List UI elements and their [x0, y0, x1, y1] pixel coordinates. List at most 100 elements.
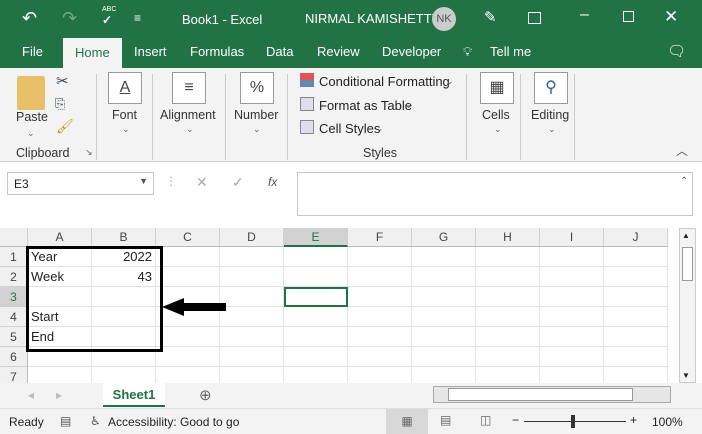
- tab-formulas[interactable]: Formulas: [190, 44, 244, 59]
- cell-H4[interactable]: [476, 307, 540, 327]
- cell-I1[interactable]: [540, 247, 604, 267]
- cancel-icon[interactable]: ✕: [196, 174, 208, 191]
- vertical-scrollbar[interactable]: ▲ ▼: [679, 228, 696, 383]
- column-header-J[interactable]: J: [604, 228, 668, 247]
- font-icon[interactable]: A: [108, 72, 142, 104]
- page-break-icon[interactable]: ◫: [480, 413, 491, 427]
- row-header-2[interactable]: 2: [0, 267, 28, 287]
- accessibility-icon[interactable]: ♿︎: [90, 414, 101, 428]
- cell-F4[interactable]: [348, 307, 412, 327]
- copy-icon[interactable]: ⎘: [55, 96, 65, 112]
- cell-J4[interactable]: [604, 307, 668, 327]
- cell-E7[interactable]: [284, 367, 348, 383]
- cell-I4[interactable]: [540, 307, 604, 327]
- cell-F6[interactable]: [348, 347, 412, 367]
- column-header-D[interactable]: D: [220, 228, 284, 247]
- spelling-icon[interactable]: ABC ✓: [102, 6, 116, 27]
- number-button[interactable]: Number: [234, 108, 278, 122]
- cell-G2[interactable]: [412, 267, 476, 287]
- cell-I2[interactable]: [540, 267, 604, 287]
- chevron-down-icon[interactable]: ▼: [139, 176, 148, 186]
- prev-sheet-icon[interactable]: ◂: [28, 388, 34, 402]
- cells-icon[interactable]: ▦: [480, 72, 514, 104]
- add-sheet-icon[interactable]: ⊕: [199, 386, 212, 404]
- undo-icon[interactable]: ↶: [22, 8, 37, 29]
- formula-input[interactable]: [297, 172, 693, 216]
- cell-E3[interactable]: [284, 287, 348, 307]
- scroll-thumb[interactable]: [682, 247, 693, 281]
- cell-D1[interactable]: [220, 247, 284, 267]
- column-header-B[interactable]: B: [92, 228, 156, 247]
- cell-J6[interactable]: [604, 347, 668, 367]
- column-header-C[interactable]: C: [156, 228, 220, 247]
- cell-G6[interactable]: [412, 347, 476, 367]
- cell-D5[interactable]: [220, 327, 284, 347]
- column-header-I[interactable]: I: [540, 228, 604, 247]
- row-header-1[interactable]: 1: [0, 247, 28, 267]
- format-painter-icon[interactable]: 🖌︎: [56, 118, 74, 135]
- cell-H2[interactable]: [476, 267, 540, 287]
- cell-E1[interactable]: [284, 247, 348, 267]
- tab-home[interactable]: Home: [63, 38, 122, 68]
- cell-F2[interactable]: [348, 267, 412, 287]
- zoom-slider-thumb[interactable]: [571, 415, 575, 428]
- zoom-level[interactable]: 100%: [652, 415, 683, 429]
- cell-H1[interactable]: [476, 247, 540, 267]
- close-icon[interactable]: ✕: [664, 7, 678, 27]
- cell-J5[interactable]: [604, 327, 668, 347]
- alignment-icon[interactable]: ≡: [172, 72, 206, 104]
- avatar[interactable]: NK: [432, 7, 456, 31]
- column-header-F[interactable]: F: [348, 228, 412, 247]
- sheet-tab-sheet1[interactable]: Sheet1: [103, 383, 165, 407]
- tab-insert[interactable]: Insert: [134, 44, 167, 59]
- cell-E2[interactable]: [284, 267, 348, 287]
- tab-review[interactable]: Review: [317, 44, 360, 59]
- cell-F1[interactable]: [348, 247, 412, 267]
- zoom-slider[interactable]: [524, 421, 626, 422]
- column-header-A[interactable]: A: [28, 228, 92, 247]
- paste-icon[interactable]: [17, 76, 45, 110]
- name-box[interactable]: E3 ▼: [7, 172, 154, 195]
- comments-icon[interactable]: 🗨︎: [667, 42, 686, 60]
- pen-icon[interactable]: ✎: [484, 8, 497, 26]
- redo-icon[interactable]: ↷: [62, 8, 77, 29]
- cell-G7[interactable]: [412, 367, 476, 383]
- maximize-icon[interactable]: [623, 11, 634, 22]
- cell-D7[interactable]: [220, 367, 284, 383]
- cell-H7[interactable]: [476, 367, 540, 383]
- cell-F5[interactable]: [348, 327, 412, 347]
- alignment-button[interactable]: Alignment: [160, 108, 216, 122]
- conditional-formatting-button[interactable]: Conditional Formatting: [319, 74, 450, 89]
- search-icon[interactable]: ⚲: [534, 72, 568, 104]
- cell-F7[interactable]: [348, 367, 412, 383]
- cell-H3[interactable]: [476, 287, 540, 307]
- select-all-corner[interactable]: [0, 228, 28, 247]
- cell-C6[interactable]: [156, 347, 220, 367]
- cell-J1[interactable]: [604, 247, 668, 267]
- cell-I3[interactable]: [540, 287, 604, 307]
- cell-J3[interactable]: [604, 287, 668, 307]
- enter-icon[interactable]: ✓: [232, 174, 244, 191]
- editing-button[interactable]: Editing: [531, 108, 569, 122]
- tab-file[interactable]: File: [22, 44, 43, 59]
- cells-button[interactable]: Cells: [482, 108, 510, 122]
- row-header-7[interactable]: 7: [0, 367, 28, 383]
- cell-E4[interactable]: [284, 307, 348, 327]
- customize-qat-icon[interactable]: ≡: [134, 11, 141, 25]
- column-header-E[interactable]: E: [284, 228, 348, 247]
- row-header-3[interactable]: 3: [0, 287, 28, 307]
- cell-G5[interactable]: [412, 327, 476, 347]
- tab-developer[interactable]: Developer: [382, 44, 441, 59]
- column-header-H[interactable]: H: [476, 228, 540, 247]
- font-button[interactable]: Font: [112, 108, 137, 122]
- cell-A7[interactable]: [28, 367, 92, 383]
- row-header-5[interactable]: 5: [0, 327, 28, 347]
- collapse-ribbon-icon[interactable]: ︿: [676, 142, 688, 159]
- cell-C7[interactable]: [156, 367, 220, 383]
- cell-D6[interactable]: [220, 347, 284, 367]
- row-header-4[interactable]: 4: [0, 307, 28, 327]
- next-sheet-icon[interactable]: ▸: [56, 388, 62, 402]
- page-layout-icon[interactable]: ▤: [440, 413, 451, 427]
- format-as-table-button[interactable]: Format as Table: [319, 98, 412, 113]
- cell-C1[interactable]: [156, 247, 220, 267]
